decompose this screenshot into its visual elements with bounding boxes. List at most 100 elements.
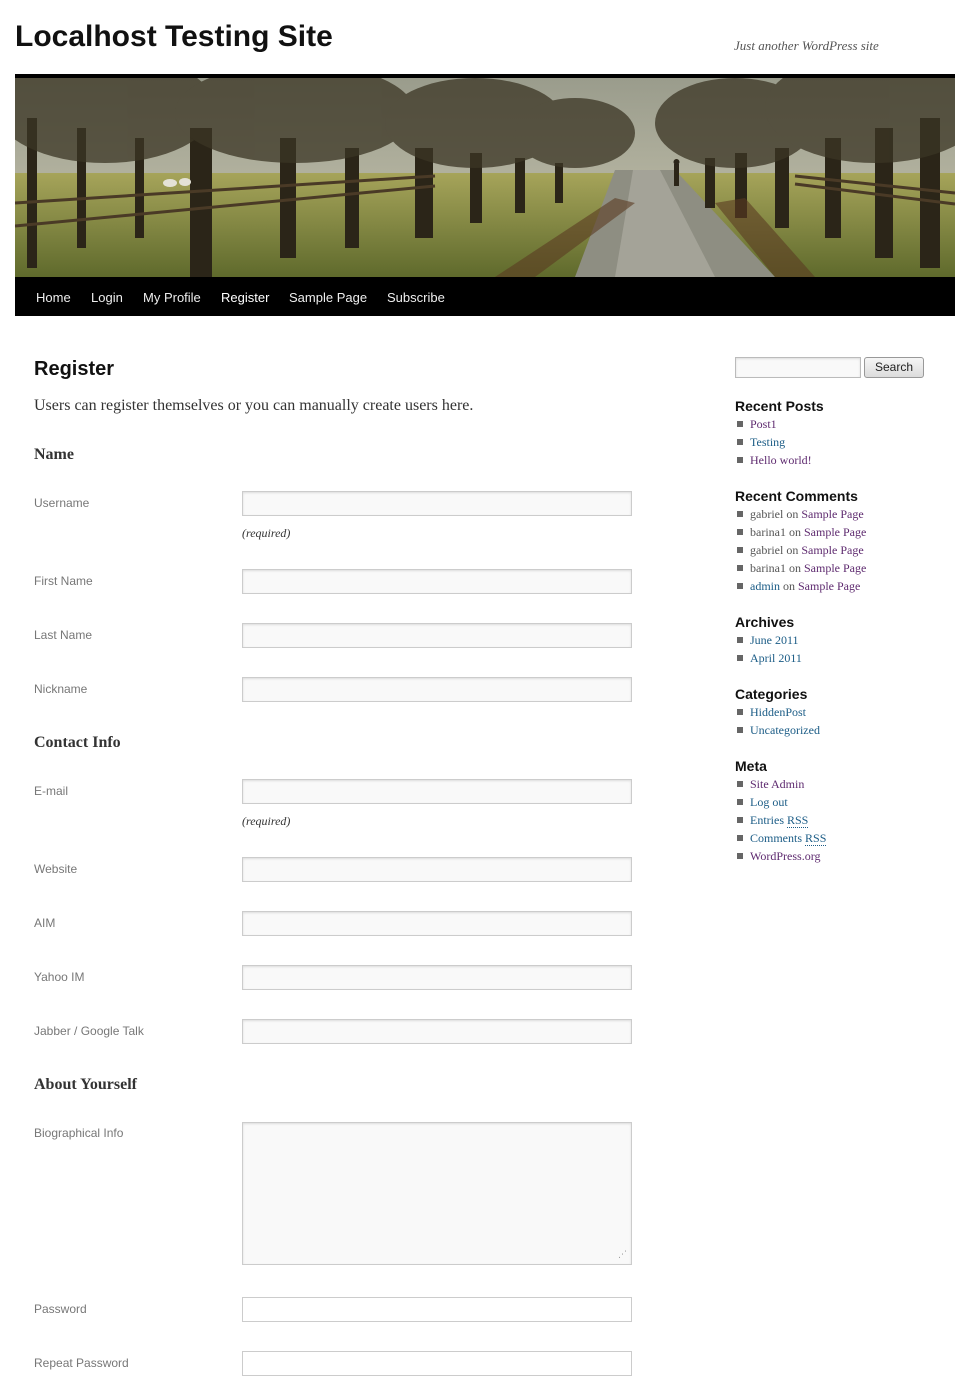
comment-post-link[interactable]: Sample Page bbox=[801, 507, 863, 521]
nav-item-subscribe[interactable]: Subscribe bbox=[387, 290, 445, 305]
site-admin-link[interactable]: Site Admin bbox=[750, 777, 804, 791]
widget-title-recent-comments: Recent Comments bbox=[735, 488, 858, 504]
comments-label: Comments bbox=[750, 831, 803, 845]
list-item: admin on Sample Page bbox=[735, 577, 866, 595]
recent-posts-list: Post1 Testing Hello world! bbox=[735, 415, 812, 469]
comment-author: gabriel bbox=[750, 543, 784, 557]
aim-input[interactable] bbox=[242, 911, 632, 936]
recent-post-link[interactable]: Testing bbox=[750, 435, 785, 449]
list-item: HiddenPost bbox=[735, 703, 820, 721]
archive-link[interactable]: June 2011 bbox=[750, 633, 799, 647]
list-item: Comments RSS bbox=[735, 829, 827, 847]
username-required-note: (required) bbox=[242, 526, 291, 540]
nav-item-login[interactable]: Login bbox=[91, 290, 123, 305]
list-item: Testing bbox=[735, 433, 812, 451]
header-banner-image bbox=[15, 78, 955, 277]
widget-title-categories: Categories bbox=[735, 686, 808, 702]
category-link[interactable]: Uncategorized bbox=[750, 723, 820, 737]
wordpress-org-link[interactable]: WordPress.org bbox=[750, 849, 820, 863]
username-input[interactable] bbox=[242, 491, 632, 516]
recent-post-link[interactable]: Hello world! bbox=[750, 453, 812, 467]
comment-post-link[interactable]: Sample Page bbox=[804, 525, 866, 539]
nav-item-my-profile[interactable]: My Profile bbox=[143, 290, 201, 305]
nickname-label: Nickname bbox=[34, 682, 88, 696]
resize-grip-icon[interactable]: ⋰ bbox=[617, 1250, 627, 1260]
comment-connector: on bbox=[788, 525, 801, 539]
recent-comments-list: gabriel on Sample Page barina1 on Sample… bbox=[735, 505, 866, 595]
nav-item-register[interactable]: Register bbox=[221, 290, 269, 305]
list-item: barina1 on Sample Page bbox=[735, 559, 866, 577]
comment-author: barina1 bbox=[750, 525, 786, 539]
yahoo-im-label: Yahoo IM bbox=[34, 970, 85, 984]
widget-title-recent-posts: Recent Posts bbox=[735, 398, 824, 414]
rss-abbr: RSS bbox=[787, 813, 809, 828]
archive-link[interactable]: April 2011 bbox=[750, 651, 802, 665]
list-item: Post1 bbox=[735, 415, 812, 433]
repeat-password-input[interactable] bbox=[242, 1351, 632, 1376]
categories-list: HiddenPost Uncategorized bbox=[735, 703, 820, 739]
list-item: Uncategorized bbox=[735, 721, 820, 739]
list-item: Site Admin bbox=[735, 775, 826, 793]
site-title[interactable]: Localhost Testing Site bbox=[15, 20, 333, 54]
section-title-name: Name bbox=[34, 446, 74, 463]
comment-post-link[interactable]: Sample Page bbox=[804, 561, 866, 575]
comment-post-link[interactable]: Sample Page bbox=[798, 579, 860, 593]
comment-connector: on bbox=[783, 579, 795, 593]
main-navigation: Home Login My Profile Register Sample Pa… bbox=[15, 277, 955, 316]
comment-connector: on bbox=[786, 507, 799, 521]
comment-post-link[interactable]: Sample Page bbox=[801, 543, 863, 557]
list-item: Entries RSS bbox=[735, 811, 826, 829]
biographical-info-textarea[interactable]: ⋰ bbox=[242, 1122, 632, 1265]
nav-item-home[interactable]: Home bbox=[36, 290, 71, 305]
yahoo-im-input[interactable] bbox=[242, 965, 632, 990]
website-label: Website bbox=[34, 862, 78, 876]
entries-label: Entries bbox=[750, 813, 784, 827]
nav-item-sample-page[interactable]: Sample Page bbox=[289, 290, 367, 305]
page-intro: Users can register themselves or you can… bbox=[34, 397, 474, 414]
search-button[interactable]: Search bbox=[864, 357, 924, 378]
website-input[interactable] bbox=[242, 857, 632, 882]
list-item: Hello world! bbox=[735, 451, 812, 469]
comment-author: barina1 bbox=[750, 561, 786, 575]
list-item: barina1 on Sample Page bbox=[735, 523, 866, 541]
category-link[interactable]: HiddenPost bbox=[750, 705, 806, 719]
comment-connector: on bbox=[788, 561, 801, 575]
first-name-label: First Name bbox=[34, 574, 93, 588]
page-title: Register bbox=[34, 358, 115, 380]
username-label: Username bbox=[34, 496, 90, 510]
jabber-label: Jabber / Google Talk bbox=[34, 1024, 144, 1038]
jabber-input[interactable] bbox=[242, 1019, 632, 1044]
list-item: gabriel on Sample Page bbox=[735, 541, 866, 559]
email-input[interactable] bbox=[242, 779, 632, 804]
log-out-link[interactable]: Log out bbox=[750, 795, 788, 809]
biographical-info-label: Biographical Info bbox=[34, 1126, 124, 1140]
site-tagline: Just another WordPress site bbox=[734, 38, 879, 53]
password-input[interactable] bbox=[242, 1297, 632, 1322]
email-label: E-mail bbox=[34, 784, 69, 798]
comment-connector: on bbox=[786, 543, 799, 557]
section-title-contact-info: Contact Info bbox=[34, 734, 121, 751]
list-item: April 2011 bbox=[735, 649, 802, 667]
last-name-input[interactable] bbox=[242, 623, 632, 648]
list-item: Log out bbox=[735, 793, 826, 811]
list-item: June 2011 bbox=[735, 631, 802, 649]
search-input[interactable] bbox=[735, 357, 861, 378]
list-item: WordPress.org bbox=[735, 847, 826, 865]
archives-list: June 2011 April 2011 bbox=[735, 631, 802, 667]
widget-title-meta: Meta bbox=[735, 758, 767, 774]
entries-rss-link[interactable]: Entries RSS bbox=[750, 813, 809, 828]
aim-label: AIM bbox=[34, 916, 56, 930]
widget-title-archives: Archives bbox=[735, 614, 795, 630]
repeat-password-label: Repeat Password bbox=[34, 1356, 129, 1370]
list-item: gabriel on Sample Page bbox=[735, 505, 866, 523]
comment-author: gabriel bbox=[750, 507, 784, 521]
email-required-note: (required) bbox=[242, 814, 291, 828]
comment-author-link[interactable]: admin bbox=[750, 579, 780, 593]
password-label: Password bbox=[34, 1302, 87, 1316]
recent-post-link[interactable]: Post1 bbox=[750, 417, 777, 431]
first-name-input[interactable] bbox=[242, 569, 632, 594]
nickname-input[interactable] bbox=[242, 677, 632, 702]
rss-abbr: RSS bbox=[805, 831, 827, 846]
comments-rss-link[interactable]: Comments RSS bbox=[750, 831, 827, 846]
meta-list: Site Admin Log out Entries RSS Comments … bbox=[735, 775, 827, 865]
